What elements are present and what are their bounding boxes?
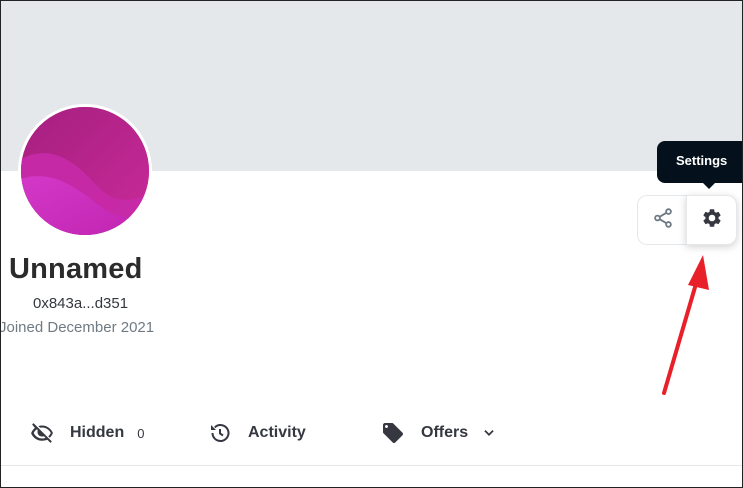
tab-offers[interactable]: Offers (381, 411, 496, 455)
joined-date: Joined December 2021 (0, 319, 155, 336)
history-icon (208, 421, 232, 445)
tab-activity-label: Activity (248, 424, 306, 441)
tooltip-pointer (702, 182, 716, 189)
chevron-down-icon[interactable] (482, 426, 496, 440)
gear-icon (701, 207, 723, 234)
settings-tooltip: Settings (657, 141, 742, 183)
wallet-address[interactable]: 0x843a...d351 (33, 295, 128, 312)
tag-icon (381, 421, 405, 445)
tab-offers-label: Offers (421, 424, 469, 441)
eye-off-icon (30, 421, 54, 445)
profile-tabs: Hidden 0 Activity Offers (1, 411, 742, 455)
avatar[interactable] (18, 104, 152, 238)
profile-name: Unnamed (9, 253, 143, 285)
tab-activity[interactable]: Activity (208, 411, 306, 455)
tab-hidden[interactable]: Hidden 0 (30, 411, 144, 455)
profile-actions (637, 195, 737, 245)
share-button[interactable] (637, 195, 687, 245)
tabs-divider (1, 465, 742, 466)
settings-button[interactable] (686, 195, 737, 245)
tab-hidden-count: 0 (137, 425, 145, 441)
profile-page: Unnamed 0x843a...d351 Joined December 20… (0, 0, 743, 488)
tab-hidden-label: Hidden (70, 424, 125, 441)
share-icon (652, 207, 674, 234)
